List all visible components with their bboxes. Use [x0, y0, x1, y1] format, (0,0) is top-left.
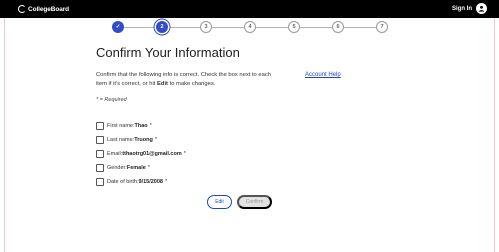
collegeboard-logo[interactable]: CollegeBoard: [18, 5, 69, 13]
sign-in-link[interactable]: Sign In: [452, 6, 472, 12]
field-value: Female: [126, 164, 146, 171]
field-label: First name:: [107, 122, 135, 129]
field-row-first-name: First name: Thao *: [96, 121, 152, 130]
step-4: 4: [244, 21, 256, 33]
field-value: Truong: [134, 136, 153, 143]
user-avatar-icon[interactable]: [476, 3, 487, 14]
field-value: Thao: [134, 122, 148, 129]
step-1-complete-check-icon: ✓: [112, 21, 124, 33]
step-connector: [168, 26, 200, 28]
collegeboard-logo-icon: [18, 5, 26, 13]
step-2-current: 2: [156, 21, 168, 33]
top-navigation-bar: CollegeBoard Sign In: [0, 0, 499, 18]
account-help-link[interactable]: Account Help: [305, 72, 341, 78]
required-note: * = Required: [96, 97, 127, 103]
step-7: 7: [376, 21, 388, 33]
edit-button[interactable]: Edit: [207, 195, 232, 209]
field-value: tthaotrg01@gmail.com: [122, 150, 182, 157]
step-connector: [344, 26, 376, 28]
intro-text-part2: to make changes.: [167, 81, 216, 87]
frame-border-left: [4, 0, 5, 252]
field-label: Email:: [107, 150, 123, 157]
field-label: Last name:: [107, 136, 135, 143]
required-asterisk: *: [183, 150, 186, 157]
required-asterisk: *: [154, 136, 157, 143]
page-title: Confirm Your Information: [96, 45, 240, 60]
person-icon: [478, 5, 485, 12]
required-asterisk: *: [164, 178, 168, 185]
field-row-date-of-birth: Date of birth: 9/15/2008 *: [96, 177, 167, 186]
email-checkbox[interactable]: [96, 149, 104, 158]
field-value: 9/15/2008: [138, 178, 163, 185]
step-6: 6: [332, 21, 344, 33]
confirm-button[interactable]: Confirm: [237, 195, 272, 209]
gender-checkbox[interactable]: [96, 163, 104, 172]
step-connector: [212, 26, 244, 28]
field-label: Gender:: [107, 164, 127, 171]
field-row-gender: Gender: Female *: [96, 163, 150, 172]
logo-text: CollegeBoard: [28, 5, 70, 13]
step-5: 5: [288, 21, 300, 33]
field-row-email: Email: tthaotrg01@gmail.com *: [96, 149, 186, 158]
step-connector: [256, 26, 288, 28]
sign-in-group[interactable]: Sign In: [452, 3, 487, 14]
first-name-checkbox[interactable]: [96, 121, 104, 130]
frame-border-right: [494, 0, 495, 252]
required-asterisk: *: [149, 122, 152, 129]
step-connector: [300, 26, 332, 28]
progress-stepper: ✓ 2 3 4 5 6 7: [112, 21, 388, 33]
field-row-last-name: Last name: Truong *: [96, 135, 157, 144]
intro-edit-word: Edit: [157, 81, 168, 87]
field-label: Date of birth:: [107, 178, 139, 185]
step-3: 3: [200, 21, 212, 33]
intro-text: Confirm that the following info is corre…: [96, 71, 276, 89]
step-connector: [124, 26, 156, 28]
last-name-checkbox[interactable]: [96, 135, 104, 144]
required-asterisk: *: [147, 164, 150, 171]
date-of-birth-checkbox[interactable]: [96, 177, 104, 186]
